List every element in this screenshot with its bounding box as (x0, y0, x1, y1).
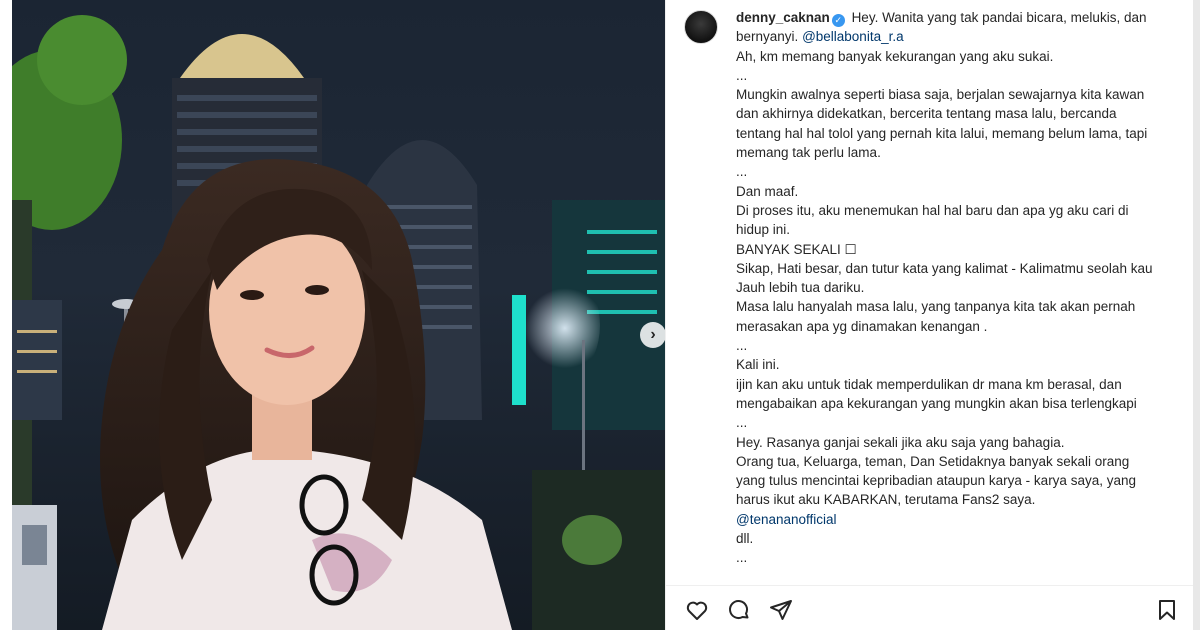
caption-line: Di proses itu, aku menemukan hal hal bar… (736, 202, 1129, 238)
chevron-right-icon: › (650, 326, 656, 343)
caption-line: Ah, km memang banyak kekurangan yang aku… (736, 48, 1054, 64)
heart-icon (686, 601, 708, 620)
share-button[interactable] (768, 597, 794, 623)
caption-line: ... (736, 550, 748, 566)
photo-illustration (12, 15, 665, 630)
caption-line: Mungkin awalnya seperti biasa saja, berj… (736, 87, 1148, 161)
like-button[interactable] (684, 597, 710, 623)
carousel-next-button[interactable]: › (640, 322, 665, 348)
caption-line: Dan maaf. (736, 183, 799, 199)
caption-line: BANYAK SEKALI ☐ (736, 241, 857, 257)
right-scrollbar[interactable] (1193, 0, 1200, 630)
action-bar (666, 585, 1194, 630)
avatar[interactable] (684, 10, 718, 44)
bookmark-icon (1159, 600, 1175, 620)
caption-line: dll. (736, 531, 754, 547)
caption-line: ... (736, 164, 748, 180)
mention-link[interactable]: @bellabonita_r.a (802, 29, 904, 44)
caption: denny_caknan ✓ Hey. Wanita yang tak panda… (736, 8, 1156, 568)
username-link[interactable]: denny_caknan (736, 10, 830, 25)
verified-badge-icon: ✓ (831, 14, 845, 27)
post-photo[interactable]: › (12, 0, 665, 630)
save-button[interactable] (1154, 597, 1180, 623)
left-margin (0, 0, 12, 630)
caption-line: Sikap, Hati besar, dan tutur kata yang k… (736, 260, 1153, 296)
comment-button[interactable] (726, 597, 752, 623)
caption-line: ... (736, 415, 748, 431)
post-panel: denny_caknan ✓ Hey. Wanita yang tak panda… (665, 0, 1194, 630)
mention-link[interactable]: @tenananofficial (736, 510, 1156, 529)
caption-line: ... (736, 338, 748, 354)
caption-scroll-area[interactable]: denny_caknan ✓ Hey. Wanita yang tak panda… (666, 0, 1194, 585)
comment-icon (729, 600, 749, 619)
send-icon (770, 600, 792, 620)
caption-line: Hey. Rasanya ganjai sekali jika aku saja… (736, 434, 1065, 450)
caption-line: Masa lalu hanyalah masa lalu, yang tanpa… (736, 299, 1136, 334)
caption-line: ... (736, 67, 748, 83)
caption-line: ijin kan aku untuk tidak memperdulikan d… (736, 376, 1137, 411)
caption-line: Kali ini. (736, 357, 780, 373)
caption-line: Orang tua, Keluarga, teman, Dan Setidakn… (736, 453, 1136, 508)
